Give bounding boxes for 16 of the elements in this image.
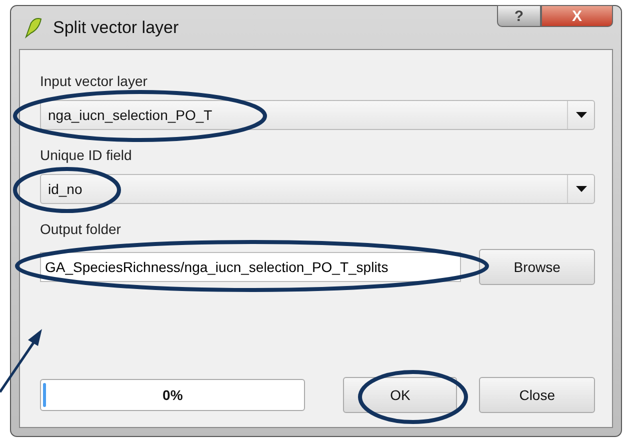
dropdown[interactable]: nga_iucn_selection_PO_T <box>40 100 595 130</box>
leaf-icon <box>23 16 43 38</box>
close-dialog-button[interactable]: Close <box>479 377 596 413</box>
field-label: Output folder <box>40 221 121 237</box>
pointer-arrow <box>0 329 42 393</box>
caret-icon <box>576 112 586 118</box>
field-label: Unique ID field <box>40 147 132 163</box>
ok-button[interactable]: OK <box>343 377 458 413</box>
window-title: Split vector layer <box>53 18 179 38</box>
folder-field[interactable]: GA_SpeciesRichness/nga_iucn_selection_PO_T_splits <box>40 252 462 282</box>
help-button[interactable]: ? <box>497 5 541 27</box>
browse-button[interactable]: Browse <box>479 249 595 285</box>
field-label: Input vector layer <box>40 73 148 89</box>
caret-icon <box>576 186 586 192</box>
progress-reading: 0% <box>162 387 183 403</box>
dropdown[interactable]: id_no <box>40 174 595 204</box>
